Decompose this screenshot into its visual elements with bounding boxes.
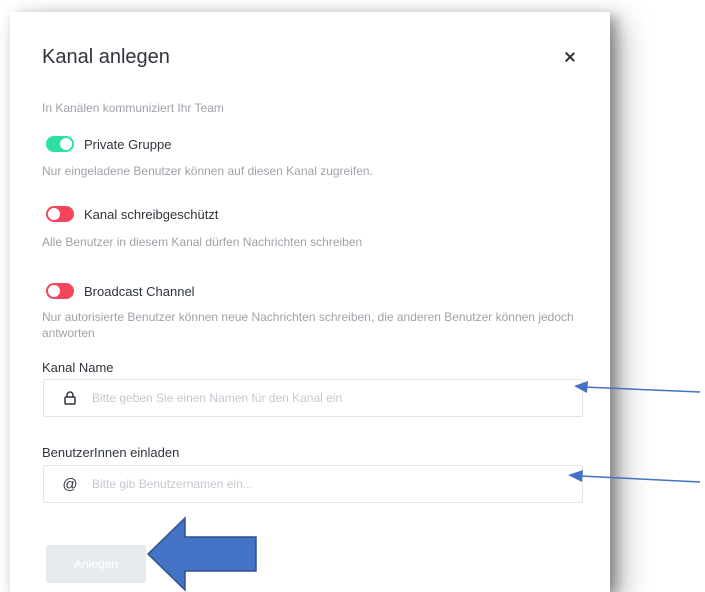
read-only-description: Alle Benutzer in diesem Kanal dürfen Nac… <box>42 235 363 249</box>
modal-subtitle: In Kanälen kommuniziert Ihr Team <box>42 101 224 115</box>
broadcast-description: Nur autorisierte Benutzer können neue Na… <box>42 310 574 340</box>
modal-title: Kanal anlegen <box>42 46 170 68</box>
read-only-label: Kanal schreibgeschützt <box>84 206 219 222</box>
invite-users-field: @ <box>43 465 583 503</box>
at-icon: @ <box>62 475 78 493</box>
invite-users-input[interactable] <box>90 468 582 500</box>
channel-name-field <box>43 379 583 417</box>
close-icon[interactable] <box>562 49 578 65</box>
option-read-only: Kanal schreibgeschützt <box>46 206 218 222</box>
create-channel-modal: Kanal anlegen In Kanälen kommuniziert Ih… <box>10 12 610 592</box>
create-button[interactable]: Anlegen <box>46 545 146 583</box>
private-group-description: Nur eingeladene Benutzer können auf dies… <box>42 164 373 178</box>
private-group-label: Private Gruppe <box>84 136 172 152</box>
option-broadcast: Broadcast Channel <box>46 283 195 299</box>
broadcast-toggle[interactable] <box>46 283 74 299</box>
channel-name-input[interactable] <box>90 382 582 414</box>
private-group-toggle[interactable] <box>46 136 74 152</box>
broadcast-label: Broadcast Channel <box>84 283 195 299</box>
invite-users-label: BenutzerInnen einladen <box>42 445 180 460</box>
read-only-toggle[interactable] <box>46 206 74 222</box>
lock-icon <box>62 390 78 406</box>
option-private-group: Private Gruppe <box>46 136 171 152</box>
channel-name-label: Kanal Name <box>42 360 114 375</box>
